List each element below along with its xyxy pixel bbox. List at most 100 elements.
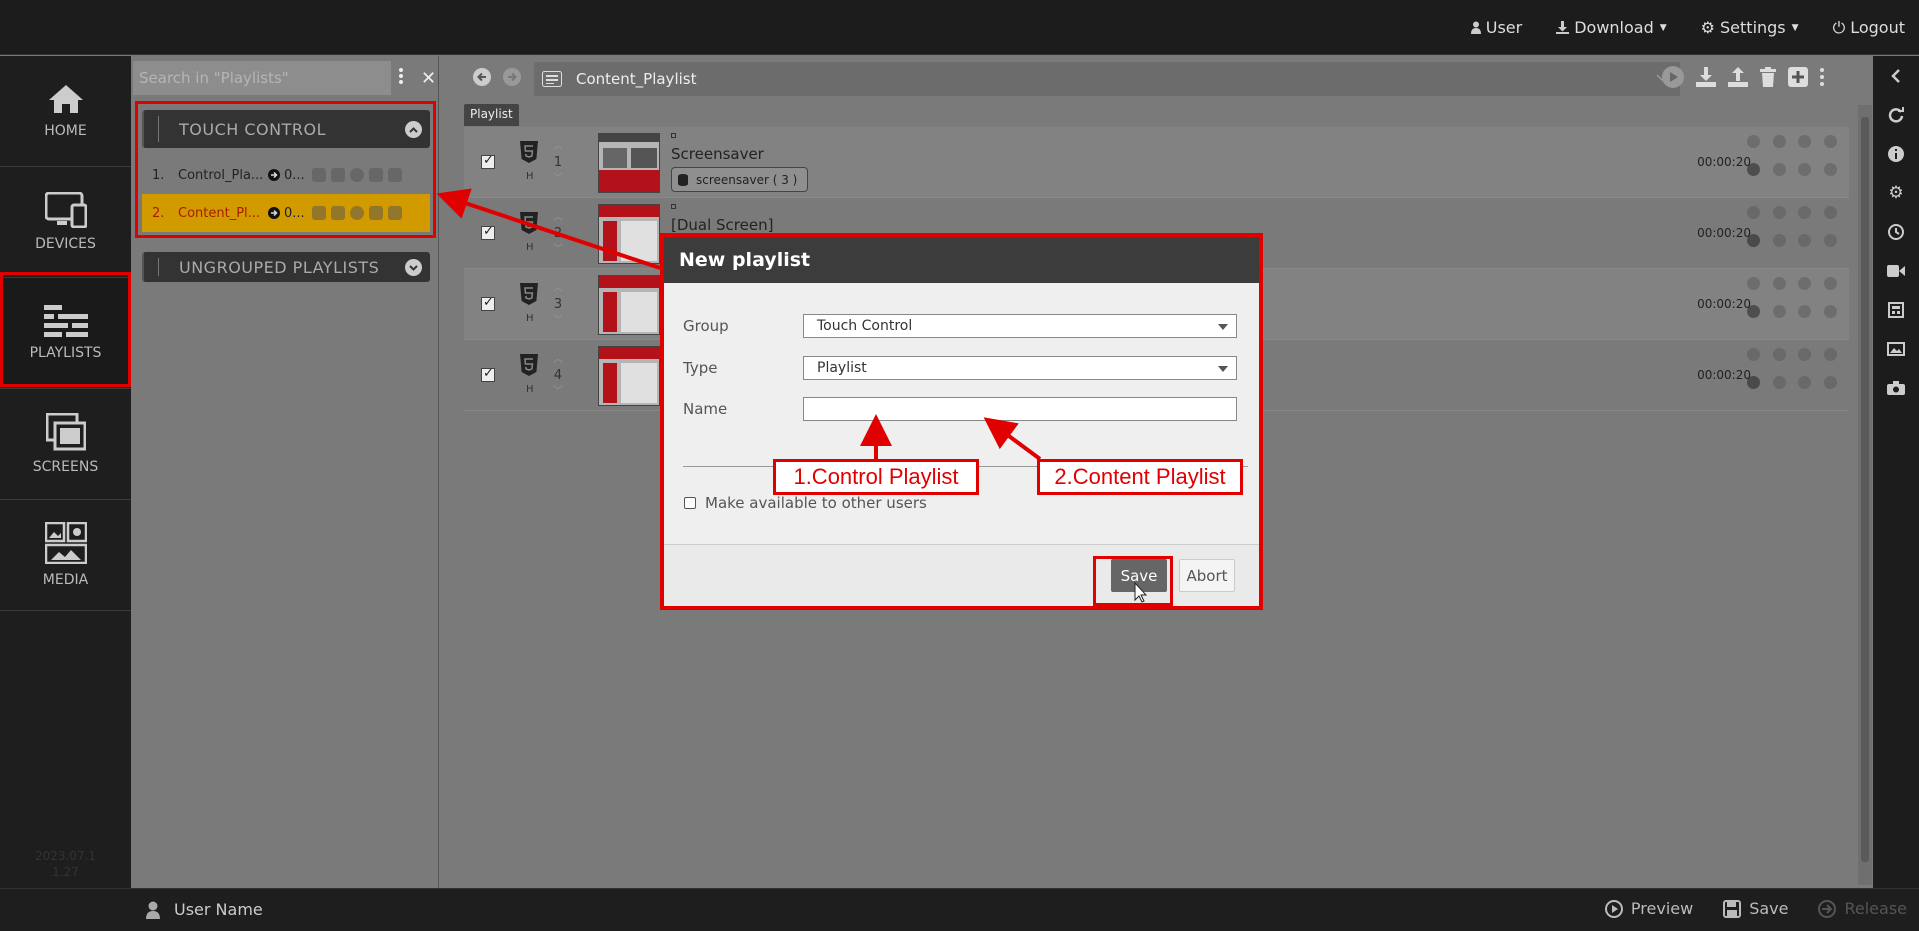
- grid-icon[interactable]: [331, 168, 345, 182]
- download-icon[interactable]: [1696, 67, 1716, 87]
- clock-icon[interactable]: [1772, 348, 1786, 361]
- clock-icon[interactable]: [350, 168, 364, 182]
- filter-icon[interactable]: [1823, 376, 1837, 389]
- forward-arrow-icon[interactable]: [503, 68, 521, 86]
- trash-icon[interactable]: [1760, 67, 1776, 87]
- group-select[interactable]: Touch Control: [803, 314, 1237, 338]
- type-select[interactable]: Playlist: [803, 356, 1237, 380]
- clock-icon[interactable]: [1772, 206, 1786, 219]
- ban-icon[interactable]: [1823, 348, 1837, 361]
- clock-icon[interactable]: [1772, 277, 1786, 290]
- playlist-row[interactable]: 1. Control_Pla... 0...: [142, 156, 430, 194]
- logout-button[interactable]: ⏻ Logout: [1833, 18, 1905, 38]
- volume-icon[interactable]: [1747, 163, 1760, 176]
- plug-icon[interactable]: [369, 206, 383, 220]
- add-icon[interactable]: [1788, 67, 1808, 87]
- save-button[interactable]: Save: [1723, 899, 1788, 918]
- nav-devices[interactable]: DEVICES: [0, 167, 131, 278]
- image-icon[interactable]: [1798, 305, 1812, 318]
- user-menu[interactable]: User: [1470, 18, 1522, 37]
- clock-icon[interactable]: [1772, 135, 1786, 148]
- release-button[interactable]: Release: [1818, 899, 1907, 918]
- play-icon[interactable]: [1662, 66, 1684, 88]
- item-checkbox[interactable]: [481, 153, 495, 169]
- camera-icon[interactable]: [1873, 368, 1919, 407]
- settings-icon[interactable]: [1772, 305, 1786, 318]
- volume-icon[interactable]: [1747, 234, 1760, 247]
- chevron-down-icon[interactable]: [405, 259, 422, 276]
- list-item[interactable]: H ︿1﹀ Screensaver screensaver ( 3 ) 00:0…: [464, 127, 1849, 198]
- lock-icon[interactable]: [388, 168, 402, 182]
- item-tag[interactable]: screensaver ( 3 ): [671, 167, 809, 192]
- move-up-icon[interactable]: ︿: [550, 210, 566, 226]
- layout-icon[interactable]: [1873, 290, 1919, 329]
- image-icon[interactable]: [1798, 376, 1812, 389]
- lock-icon[interactable]: [1747, 277, 1760, 290]
- playlist-selector[interactable]: Content_Playlist: [534, 62, 1680, 96]
- scrollbar-thumb[interactable]: [1861, 117, 1869, 862]
- lock-icon[interactable]: [1747, 348, 1760, 361]
- lock-icon[interactable]: [1747, 206, 1760, 219]
- info-icon[interactable]: [1873, 134, 1919, 173]
- settings-icon[interactable]: [1772, 163, 1786, 176]
- refresh-icon[interactable]: [1873, 95, 1919, 134]
- kebab-menu-icon[interactable]: [1820, 68, 1824, 86]
- clock-icon[interactable]: [350, 206, 364, 220]
- item-checkbox[interactable]: [481, 295, 495, 311]
- filter-icon[interactable]: [1823, 305, 1837, 318]
- filter-icon[interactable]: [1823, 234, 1837, 247]
- star-icon[interactable]: [1798, 277, 1812, 290]
- share-checkbox[interactable]: [684, 497, 696, 509]
- playlists-search-input[interactable]: [133, 61, 391, 95]
- kebab-menu-icon[interactable]: [399, 68, 403, 84]
- star-icon[interactable]: [1798, 206, 1812, 219]
- playlist-row[interactable]: 2. Content_Pl... 0...: [142, 194, 430, 232]
- image-icon[interactable]: [312, 206, 326, 220]
- tab-playlist[interactable]: Playlist: [464, 104, 519, 126]
- image-icon[interactable]: [1798, 234, 1812, 247]
- image-icon[interactable]: [1873, 329, 1919, 368]
- move-up-icon[interactable]: ︿: [550, 139, 566, 155]
- preview-button[interactable]: Preview: [1604, 899, 1693, 918]
- scrollbar[interactable]: [1858, 105, 1872, 885]
- chevron-left-icon[interactable]: [1873, 56, 1919, 95]
- move-up-icon[interactable]: ︿: [550, 352, 566, 368]
- close-icon[interactable]: ✕: [421, 68, 436, 89]
- dialog-save-button[interactable]: Save: [1111, 559, 1167, 592]
- lock-icon[interactable]: [388, 206, 402, 220]
- plug-icon[interactable]: [369, 168, 383, 182]
- group-ungrouped-playlists[interactable]: UNGROUPED PLAYLISTS: [142, 252, 430, 282]
- ban-icon[interactable]: [1823, 277, 1837, 290]
- ban-icon[interactable]: [1823, 135, 1837, 148]
- volume-icon[interactable]: [1747, 305, 1760, 318]
- settings-icon[interactable]: [1772, 376, 1786, 389]
- volume-icon[interactable]: [1747, 376, 1760, 389]
- nav-home[interactable]: HOME: [0, 56, 131, 167]
- nav-screens[interactable]: SCREENS: [0, 389, 131, 500]
- gear-icon[interactable]: ⚙: [1873, 173, 1919, 212]
- move-down-icon[interactable]: ﹀: [550, 171, 566, 187]
- item-checkbox[interactable]: [481, 224, 495, 240]
- image-icon[interactable]: [1798, 163, 1812, 176]
- dialog-abort-button[interactable]: Abort: [1179, 559, 1235, 592]
- star-icon[interactable]: [1798, 135, 1812, 148]
- chevron-up-icon[interactable]: [405, 121, 422, 138]
- name-input[interactable]: [803, 397, 1237, 421]
- move-down-icon[interactable]: ﹀: [550, 242, 566, 258]
- upload-icon[interactable]: [1728, 67, 1748, 87]
- group-touch-control[interactable]: TOUCH CONTROL: [142, 110, 430, 148]
- filter-icon[interactable]: [1823, 163, 1837, 176]
- download-menu[interactable]: Download ▼: [1556, 18, 1667, 37]
- item-checkbox[interactable]: [481, 366, 495, 382]
- history-icon[interactable]: [1873, 212, 1919, 251]
- move-down-icon[interactable]: ﹀: [550, 313, 566, 329]
- nav-media[interactable]: MEDIA: [0, 500, 131, 611]
- move-down-icon[interactable]: ﹀: [550, 384, 566, 400]
- back-arrow-icon[interactable]: [473, 68, 491, 86]
- lock-icon[interactable]: [1747, 135, 1760, 148]
- grid-icon[interactable]: [331, 206, 345, 220]
- settings-menu[interactable]: ⚙ Settings ▼: [1701, 18, 1799, 37]
- move-up-icon[interactable]: ︿: [550, 281, 566, 297]
- video-icon[interactable]: [1873, 251, 1919, 290]
- image-icon[interactable]: [312, 168, 326, 182]
